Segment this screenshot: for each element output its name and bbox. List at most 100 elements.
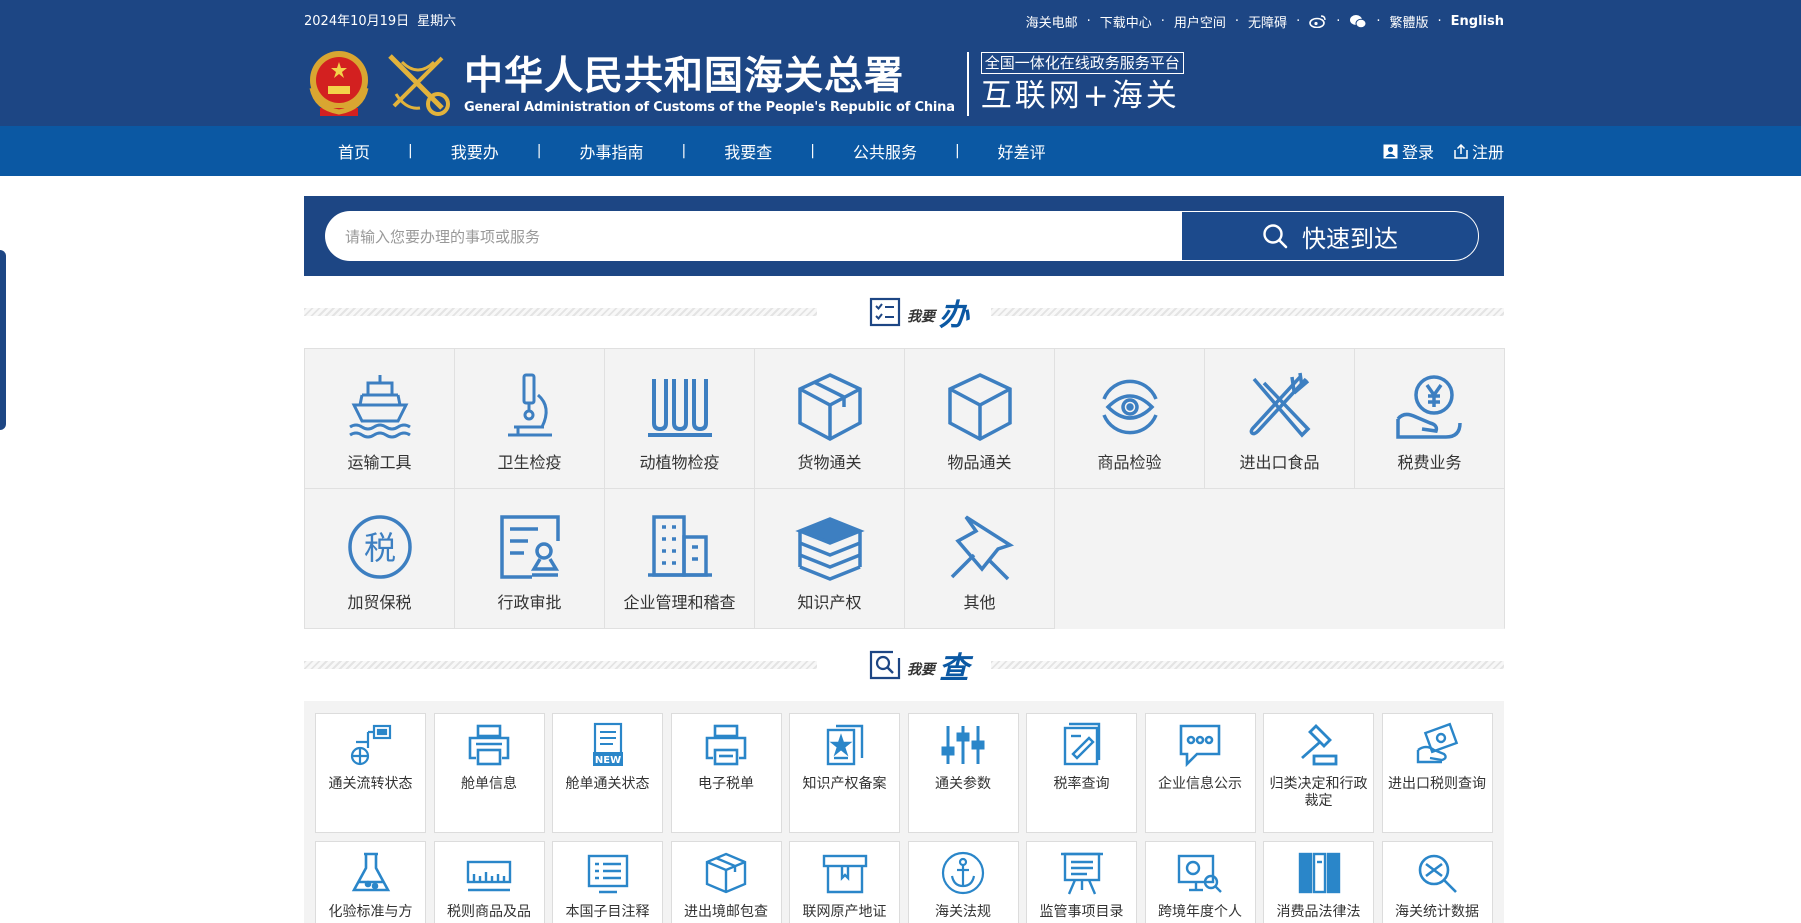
query-parcel[interactable]: 进出境邮包查 <box>670 841 782 923</box>
search-button-label: 快速到达 <box>1302 224 1398 253</box>
service-plant-animal-quarantine[interactable]: 动植物检疫 <box>605 349 755 489</box>
binders-icon <box>1298 852 1340 894</box>
query-tariff[interactable]: 进出口税则查询 <box>1381 713 1493 833</box>
platform-title: 全国一体化在线政务服务平台 互联网+海关 <box>980 52 1184 116</box>
magnifier-box-icon <box>869 650 901 680</box>
platform-name: 互联网+海关 <box>980 78 1180 114</box>
query-subheading-notes[interactable]: 本国子目注释 <box>552 841 663 923</box>
service-tax-fees[interactable]: 税费业务 <box>1355 349 1505 489</box>
checklist-icon <box>869 297 901 327</box>
query-tax-rate[interactable]: 税率查询 <box>1026 713 1137 833</box>
easel-board-icon <box>1060 852 1103 895</box>
ship-icon <box>348 375 411 439</box>
printer-icon <box>705 724 747 766</box>
date-text: 2024年10月19日 <box>304 13 410 29</box>
service-article-clearance[interactable]: 物品通关 <box>905 349 1055 489</box>
nav-public-service[interactable]: 公共服务 <box>853 139 917 163</box>
printer-icon <box>468 724 510 766</box>
nav-do[interactable]: 我要办 <box>451 139 499 163</box>
service-intellectual-property[interactable]: 知识产权 <box>755 489 905 629</box>
user-icon <box>1383 144 1398 158</box>
query-origin-certificate[interactable]: 联网原产地证 <box>789 841 900 923</box>
parcel-box-icon <box>705 852 747 894</box>
nav-home[interactable]: 首页 <box>338 139 370 163</box>
query-cross-border-personal[interactable]: 跨境年度个人 <box>1144 841 1256 923</box>
query-tariff-goods[interactable]: 税则商品及品 <box>433 841 545 923</box>
query-e-tax-bill[interactable]: 电子税单 <box>670 713 782 833</box>
test-tubes-icon <box>647 379 712 437</box>
brand-block: 中华人民共和国海关总署 General Administration of Cu… <box>304 42 1504 126</box>
service-other[interactable]: 其他 <box>905 489 1055 629</box>
service-commodity-inspection[interactable]: 商品检验 <box>1055 349 1205 489</box>
eye-icon <box>1101 379 1158 435</box>
service-import-export-food[interactable]: 进出口食品 <box>1205 349 1355 489</box>
traditional-chinese-link[interactable]: 繁體版 <box>1389 12 1428 31</box>
building-icon <box>647 515 712 577</box>
customs-emblem-icon <box>388 54 450 116</box>
query-supervision-catalog[interactable]: 监管事项目录 <box>1026 841 1137 923</box>
login-label: 登录 <box>1401 143 1434 162</box>
weekday-text: 星期六 <box>417 13 457 29</box>
query-customs-statistics[interactable]: 海关统计数据 <box>1381 841 1493 923</box>
date-display: 2024年10月19日 星期六 <box>304 10 456 29</box>
new-document-icon: NEW <box>592 722 623 766</box>
nav-guide[interactable]: 办事指南 <box>579 139 643 163</box>
service-processing-bonded[interactable]: 税 加贸保税 <box>305 489 455 629</box>
section-do-header: 我要 办 <box>304 276 1504 348</box>
query-enterprise-info[interactable]: 企业信息公示 <box>1144 713 1256 833</box>
top-bar: 2024年10月19日 星期六 海关电邮 · 下载中心 · 用户空间 · 无障碍… <box>304 0 1504 42</box>
user-space-link[interactable]: 用户空间 <box>1174 12 1226 31</box>
query-grid-area: 通关流转状态 舱单信息 NEW 舱单通关状态 电子税单 知识产权备案 通关参数 <box>304 701 1504 923</box>
search-button[interactable]: 快速到达 <box>1181 211 1479 261</box>
query-clearance-params[interactable]: 通关参数 <box>907 713 1019 833</box>
tax-book-icon <box>1063 722 1100 766</box>
monitor-search-icon <box>1177 854 1222 893</box>
pushpin-icon <box>950 515 1014 581</box>
search-bar: 请输入您要办理的事项或服务 快速到达 <box>304 196 1504 276</box>
query-manifest-clearance[interactable]: NEW 舱单通关状态 <box>552 713 663 833</box>
search-input[interactable]: 请输入您要办理的事项或服务 <box>325 211 1181 261</box>
nav-items: 首页 | 我要办 | 办事指南 | 我要查 | 公共服务 | 好差评 <box>304 139 1046 163</box>
auth-links: 登录 注册 <box>1383 139 1504 163</box>
query-clearance-status[interactable]: 通关流转状态 <box>315 713 426 833</box>
share-icon <box>1454 143 1468 159</box>
nav-query[interactable]: 我要查 <box>724 139 772 163</box>
approval-stamp-icon <box>499 515 560 579</box>
site-header: 2024年10月19日 星期六 海关电邮 · 下载中心 · 用户空间 · 无障碍… <box>0 0 1801 126</box>
list-board-icon <box>587 854 628 894</box>
fork-knife-icon <box>1249 372 1310 438</box>
query-ip-filing[interactable]: 知识产权备案 <box>789 713 900 833</box>
english-link[interactable]: English <box>1451 14 1504 29</box>
accessibility-link[interactable]: 无障碍 <box>1248 12 1287 31</box>
site-title-cn: 中华人民共和国海关总署 <box>464 52 905 99</box>
gavel-icon <box>1300 724 1337 766</box>
side-float-tab[interactable] <box>0 250 6 430</box>
query-lab-standards[interactable]: 化验标准与方 <box>315 841 426 923</box>
query-manifest-info[interactable]: 舱单信息 <box>433 713 545 833</box>
nav-rating[interactable]: 好差评 <box>998 139 1046 163</box>
tax-circle-icon: 税 <box>347 515 412 579</box>
top-links: 海关电邮 · 下载中心 · 用户空间 · 无障碍 · · · 繁體版 · Eng… <box>1025 12 1504 31</box>
service-enterprise-audit[interactable]: 企业管理和稽查 <box>605 489 755 629</box>
platform-subtitle: 全国一体化在线政务服务平台 <box>980 52 1184 74</box>
register-button[interactable]: 注册 <box>1454 139 1504 163</box>
svg-text:NEW: NEW <box>594 755 620 766</box>
service-transport[interactable]: 运输工具 <box>305 349 455 489</box>
login-button[interactable]: 登录 <box>1383 139 1434 163</box>
query-grid: 通关流转状态 舱单信息 NEW 舱单通关状态 电子税单 知识产权备案 通关参数 <box>315 713 1493 923</box>
query-consumer-goods-law[interactable]: 消费品法律法 <box>1263 841 1374 923</box>
main-nav: 首页 | 我要办 | 办事指南 | 我要查 | 公共服务 | 好差评 登录 注册 <box>0 126 1801 176</box>
weibo-icon[interactable] <box>1309 14 1327 28</box>
download-center-link[interactable]: 下载中心 <box>1100 12 1152 31</box>
email-link[interactable]: 海关电邮 <box>1026 12 1078 31</box>
service-goods-clearance[interactable]: 货物通关 <box>755 349 905 489</box>
microscope-icon <box>507 373 552 437</box>
wechat-icon[interactable] <box>1349 14 1367 29</box>
service-administrative-approval[interactable]: 行政审批 <box>455 489 605 629</box>
service-health-quarantine[interactable]: 卫生检疫 <box>455 349 605 489</box>
site-title: 中华人民共和国海关总署 General Administration of Cu… <box>464 54 955 115</box>
service-grid: 运输工具 卫生检疫 动植物检疫 货物通关 物品通关 商品检验 进出口食品 税费业… <box>304 348 1505 629</box>
query-customs-law[interactable]: 海关法规 <box>907 841 1019 923</box>
chat-bubble-icon <box>1179 724 1221 768</box>
query-classification-ruling[interactable]: 归类决定和行政裁定 <box>1263 713 1374 833</box>
